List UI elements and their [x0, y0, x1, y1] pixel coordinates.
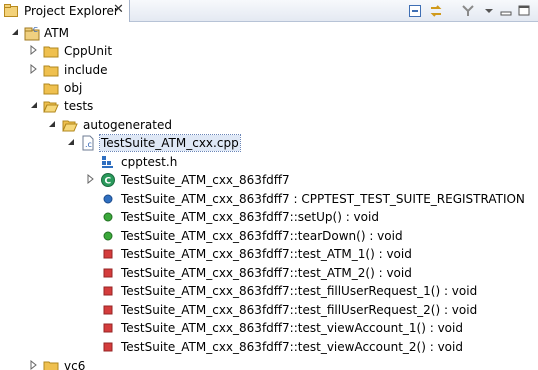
tree-label: obj	[64, 81, 83, 95]
cpp-project-icon: C	[24, 26, 40, 41]
public-member-icon	[103, 194, 113, 204]
tree-label: include	[64, 63, 108, 77]
tree-label: TestSuite_ATM_cxx_863fdff7::test_fillUse…	[121, 284, 478, 298]
collapsed-arrow-icon[interactable]	[29, 45, 39, 55]
folder-open-icon	[43, 101, 59, 113]
tree-label: TestSuite_ATM_cxx_863fdff7::test_fillUse…	[121, 303, 478, 317]
tree-item-obj[interactable]: obj	[0, 79, 538, 97]
tree-item-testsuite-file[interactable]: .c TestSuite_ATM_cxx.cpp	[0, 134, 538, 152]
collapsed-arrow-icon[interactable]	[29, 360, 39, 370]
svg-text:C: C	[33, 26, 38, 34]
tree-item-test-atm-1[interactable]: TestSuite_ATM_cxx_863fdff7::test_ATM_1()…	[0, 245, 538, 263]
view-menu-icon[interactable]	[481, 3, 497, 19]
tree-item-tests[interactable]: tests	[0, 97, 538, 115]
tree-item-include[interactable]: include	[0, 61, 538, 79]
maximize-icon[interactable]	[516, 3, 532, 19]
view-titlebar: Project Explorer ✕	[0, 0, 538, 22]
collapse-all-icon[interactable]	[407, 3, 423, 19]
tree-item-vc6[interactable]: vc6	[0, 357, 538, 370]
folder-icon	[43, 46, 59, 58]
tree-label: TestSuite_ATM_cxx_863fdff7 : CPPTEST_TES…	[121, 192, 525, 206]
project-tree: C ATM CppUnit include obj tests autogene…	[0, 22, 538, 370]
minimize-icon[interactable]	[498, 3, 514, 19]
tree-label: autogenerated	[83, 118, 172, 132]
private-method-icon	[103, 268, 113, 278]
filter-icon[interactable]	[460, 3, 476, 19]
svg-text:C: C	[105, 177, 112, 187]
tree-item-setup[interactable]: TestSuite_ATM_cxx_863fdff7::setUp() : vo…	[0, 208, 538, 226]
link-with-editor-icon[interactable]	[428, 3, 444, 19]
tree-label: CppUnit	[64, 44, 113, 58]
tree-item-autogenerated[interactable]: autogenerated	[0, 116, 538, 134]
cpp-source-file-icon: .c	[82, 135, 94, 151]
tree-label: TestSuite_ATM_cxx_863fdff7::setUp() : vo…	[121, 210, 379, 224]
tree-label: tests	[64, 99, 94, 113]
tree-item-test-fill-2[interactable]: TestSuite_ATM_cxx_863fdff7::test_fillUse…	[0, 301, 538, 319]
collapsed-arrow-icon[interactable]	[29, 64, 39, 74]
project-explorer-tab[interactable]: Project Explorer ✕	[0, 0, 130, 22]
expanded-arrow-icon[interactable]	[10, 27, 20, 37]
tree-label: TestSuite_ATM_cxx_863fdff7::test_viewAcc…	[121, 340, 463, 354]
tree-item-test-view-1[interactable]: TestSuite_ATM_cxx_863fdff7::test_viewAcc…	[0, 319, 538, 337]
collapsed-arrow-icon[interactable]	[86, 174, 96, 184]
private-method-icon	[103, 305, 113, 315]
folder-open-icon	[62, 120, 78, 132]
tree-item-test-fill-1[interactable]: TestSuite_ATM_cxx_863fdff7::test_fillUse…	[0, 282, 538, 300]
tree-label: TestSuite_ATM_cxx_863fdff7::test_ATM_1()…	[121, 247, 412, 261]
tree-item-registration[interactable]: TestSuite_ATM_cxx_863fdff7 : CPPTEST_TES…	[0, 190, 538, 208]
private-method-icon	[103, 342, 113, 352]
svg-text:.c: .c	[85, 140, 92, 149]
tree-label: vc6	[64, 359, 86, 370]
include-file-icon	[102, 156, 113, 168]
tree-item-test-atm-2[interactable]: TestSuite_ATM_cxx_863fdff7::test_ATM_2()…	[0, 264, 538, 282]
tree-item-teardown[interactable]: TestSuite_ATM_cxx_863fdff7::tearDown() :…	[0, 227, 538, 245]
tree-item-cppunit[interactable]: CppUnit	[0, 42, 538, 60]
public-method-icon	[103, 212, 113, 222]
folder-icon	[43, 361, 59, 370]
tree-label: TestSuite_ATM_cxx.cpp	[99, 134, 241, 152]
folder-icon	[43, 83, 59, 95]
tree-item-test-view-2[interactable]: TestSuite_ATM_cxx_863fdff7::test_viewAcc…	[0, 338, 538, 356]
tree-item-atm[interactable]: C ATM	[0, 24, 538, 42]
tree-label: TestSuite_ATM_cxx_863fdff7	[121, 173, 290, 187]
tree-label: TestSuite_ATM_cxx_863fdff7::test_ATM_2()…	[121, 266, 412, 280]
private-method-icon	[103, 286, 113, 296]
tree-item-class[interactable]: C TestSuite_ATM_cxx_863fdff7	[0, 171, 538, 189]
public-method-icon	[103, 231, 113, 241]
close-icon[interactable]: ✕	[113, 2, 124, 17]
private-method-icon	[103, 249, 113, 259]
project-explorer-icon	[4, 4, 18, 17]
expanded-arrow-icon[interactable]	[29, 100, 39, 110]
tree-label: TestSuite_ATM_cxx_863fdff7::tearDown() :…	[121, 229, 403, 243]
tree-item-cpptest-h[interactable]: cpptest.h	[0, 153, 538, 171]
folder-icon	[43, 65, 59, 77]
tree-label: TestSuite_ATM_cxx_863fdff7::test_viewAcc…	[121, 321, 463, 335]
tree-label: ATM	[44, 26, 69, 40]
expanded-arrow-icon[interactable]	[47, 119, 57, 129]
tree-label: cpptest.h	[121, 155, 178, 169]
private-method-icon	[103, 323, 113, 333]
class-icon: C	[101, 173, 115, 187]
view-title: Project Explorer	[24, 4, 119, 18]
expanded-arrow-icon[interactable]	[66, 137, 76, 147]
